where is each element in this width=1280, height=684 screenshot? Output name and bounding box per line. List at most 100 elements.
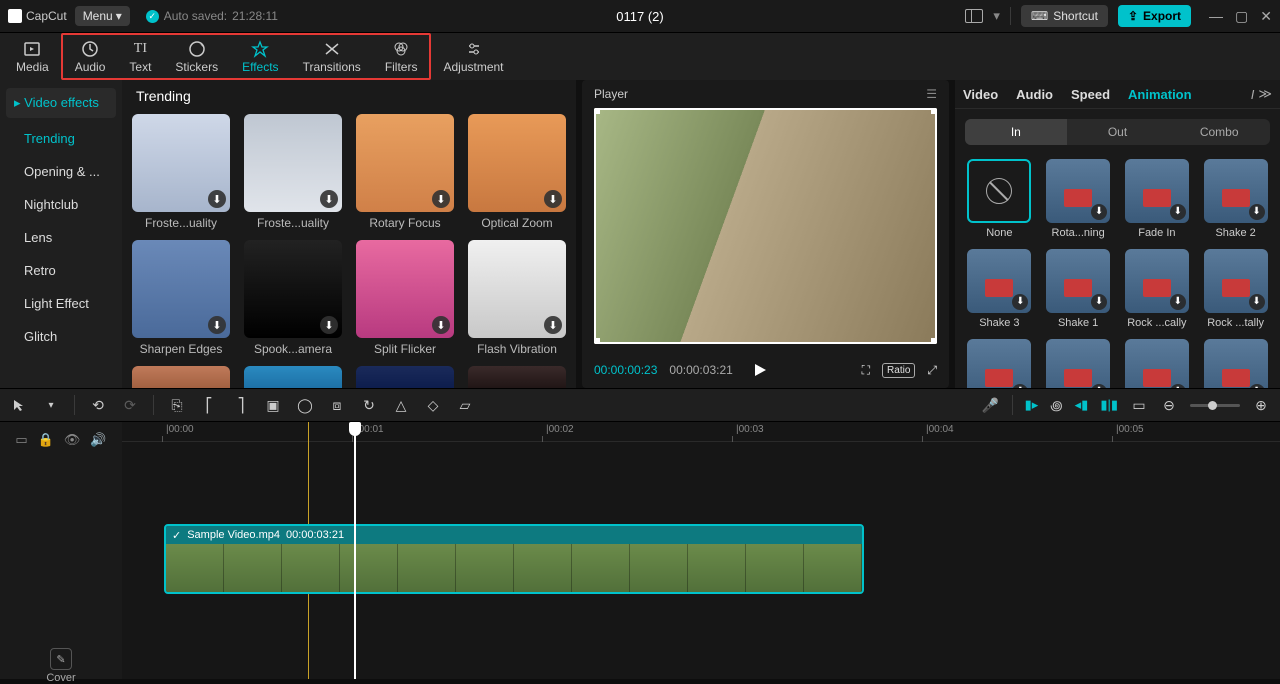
preview-icon[interactable]: ▭ (1130, 396, 1148, 414)
animation-item[interactable]: None (965, 159, 1034, 239)
effect-item[interactable]: ⬇Spook...amera (244, 240, 342, 356)
trim-right-icon[interactable]: ⎤ (232, 396, 250, 414)
sidebar-cat-nightclub[interactable]: Nightclub (0, 188, 122, 221)
download-icon[interactable]: ⬇ (1091, 294, 1107, 310)
animation-item[interactable]: ⬇Shake 2 (1201, 159, 1270, 239)
track-audio-icon[interactable]: 🔊 (90, 432, 106, 448)
prop-tab-speed[interactable]: Speed (1071, 87, 1110, 102)
animation-item[interactable]: ⬇ (1123, 339, 1192, 388)
tab-filters[interactable]: Filters (373, 35, 430, 78)
snap-icon[interactable]: ꩜ (1050, 395, 1062, 415)
video-clip[interactable]: ✓ Sample Video.mp4 00:00:03:21 (164, 524, 864, 594)
effect-item[interactable]: ⬇Flash Vibration (468, 240, 566, 356)
close-button[interactable]: ✕ (1260, 8, 1272, 25)
tab-stickers[interactable]: Stickers (163, 35, 230, 78)
sidebar-cat-lens[interactable]: Lens (0, 221, 122, 254)
menu-button[interactable]: Menu ▾ (75, 6, 130, 26)
track-screen-icon[interactable]: ▭ (15, 432, 27, 448)
download-icon[interactable]: ⬇ (1091, 204, 1107, 220)
crop-icon[interactable]: ▣ (264, 396, 282, 414)
animation-item[interactable]: ⬇Shake 3 (965, 249, 1034, 329)
subtab-combo[interactable]: Combo (1168, 119, 1270, 144)
undo-icon[interactable]: ⟲ (89, 396, 107, 414)
download-icon[interactable]: ⬇ (1170, 384, 1186, 388)
export-button[interactable]: ⇪ Export (1118, 5, 1191, 27)
trim-left-icon[interactable]: ⎡ (200, 396, 218, 414)
animation-item[interactable]: ⬇Rota...ning (1044, 159, 1113, 239)
animation-item[interactable]: ⬇ (1201, 339, 1270, 388)
sidebar-cat-light-effect[interactable]: Light Effect (0, 287, 122, 320)
fullscreen-icon[interactable]: ⤢ (927, 363, 937, 378)
player-menu-icon[interactable]: ☰ (926, 87, 937, 101)
sidebar-cat-glitch[interactable]: Glitch (0, 320, 122, 353)
effect-item[interactable] (468, 366, 566, 388)
download-icon[interactable]: ⬇ (1170, 204, 1186, 220)
download-icon[interactable]: ⬇ (1012, 294, 1028, 310)
magnet-right-icon[interactable]: ◂▮ (1075, 397, 1089, 413)
zoom-out-icon[interactable]: ⊖ (1160, 396, 1178, 414)
sidebar-cat-opening-[interactable]: Opening & ... (0, 155, 122, 188)
animation-item[interactable]: ⬇Fade In (1123, 159, 1192, 239)
mask-icon[interactable]: ◯ (296, 396, 314, 414)
effect-item[interactable] (244, 366, 342, 388)
zoom-in-icon[interactable]: ⊕ (1252, 396, 1270, 414)
layout-chevron-icon[interactable]: ▾ (993, 8, 1000, 24)
effect-item[interactable]: ⬇Sharpen Edges (132, 240, 230, 356)
link-icon[interactable]: ▮|▮ (1100, 397, 1118, 413)
player-viewport[interactable] (594, 108, 937, 344)
rotate-icon[interactable]: ◇ (424, 396, 442, 414)
time-ruler[interactable]: |00:00|00:01|00:02|00:03|00:04|00:05 (122, 422, 1280, 442)
effect-item[interactable]: ⬇Rotary Focus (356, 114, 454, 230)
effect-item[interactable]: ⬇Froste...uality (132, 114, 230, 230)
prop-tab-animation[interactable]: Animation (1128, 87, 1192, 102)
scan-icon[interactable]: ⛶ (862, 363, 870, 378)
download-icon[interactable]: ⬇ (1249, 384, 1265, 388)
layout-icon[interactable] (965, 9, 983, 23)
select-dropdown-icon[interactable]: ▾ (42, 396, 60, 414)
animation-item[interactable]: ⬇Shake 1 (1044, 249, 1113, 329)
effect-item[interactable] (132, 366, 230, 388)
playhead[interactable] (354, 422, 356, 679)
subtab-out[interactable]: Out (1067, 119, 1169, 144)
select-tool-icon[interactable] (10, 396, 28, 414)
animation-item[interactable]: ⬇Rock ...tally (1201, 249, 1270, 329)
subtab-in[interactable]: In (965, 119, 1067, 144)
magnet-left-icon[interactable]: ▮▸ (1025, 397, 1039, 413)
maximize-button[interactable]: ▢ (1235, 8, 1248, 25)
download-icon[interactable]: ⬇ (208, 316, 226, 334)
prop-tab-video[interactable]: Video (963, 87, 998, 102)
download-icon[interactable]: ⬇ (1249, 294, 1265, 310)
effect-item[interactable]: ⬇Split Flicker (356, 240, 454, 356)
effect-item[interactable]: ⬇Optical Zoom (468, 114, 566, 230)
animation-item[interactable]: ⬇ (965, 339, 1034, 388)
tab-text[interactable]: TI Text (117, 35, 163, 78)
download-icon[interactable]: ⬇ (320, 190, 338, 208)
animation-item[interactable]: ⬇Rock ...cally (1123, 249, 1192, 329)
shortcut-button[interactable]: ⌨ Shortcut (1021, 5, 1108, 27)
reverse-icon[interactable]: ↻ (360, 396, 378, 414)
timeline-tracks[interactable]: |00:00|00:01|00:02|00:03|00:04|00:05 ✓ S… (122, 422, 1280, 679)
download-icon[interactable]: ⬇ (432, 190, 450, 208)
minimize-button[interactable]: — (1209, 8, 1223, 25)
download-icon[interactable]: ⬇ (544, 190, 562, 208)
zoom-slider[interactable] (1190, 404, 1240, 407)
track-lock-icon[interactable]: 🔒 (38, 432, 54, 448)
tab-transitions[interactable]: Transitions (291, 35, 373, 78)
download-icon[interactable]: ⬇ (1012, 384, 1028, 388)
track-visibility-icon[interactable]: 👁 (64, 432, 81, 448)
download-icon[interactable]: ⬇ (208, 190, 226, 208)
sidebar-cat-retro[interactable]: Retro (0, 254, 122, 287)
prop-tab-audio[interactable]: Audio (1016, 87, 1053, 102)
download-icon[interactable]: ⬇ (320, 316, 338, 334)
effect-item[interactable] (356, 366, 454, 388)
effect-item[interactable]: ⬇Froste...uality (244, 114, 342, 230)
tab-media[interactable]: Media (4, 33, 61, 80)
download-icon[interactable]: ⬇ (1249, 204, 1265, 220)
tab-effects[interactable]: Effects (230, 35, 290, 78)
mic-icon[interactable]: 🎤 (982, 396, 1000, 414)
tab-audio[interactable]: Audio (63, 35, 118, 78)
download-icon[interactable]: ⬇ (1170, 294, 1186, 310)
ratio-button[interactable]: Ratio (882, 363, 915, 378)
crop2-icon[interactable]: ▱ (456, 396, 474, 414)
download-icon[interactable]: ⬇ (1091, 384, 1107, 388)
